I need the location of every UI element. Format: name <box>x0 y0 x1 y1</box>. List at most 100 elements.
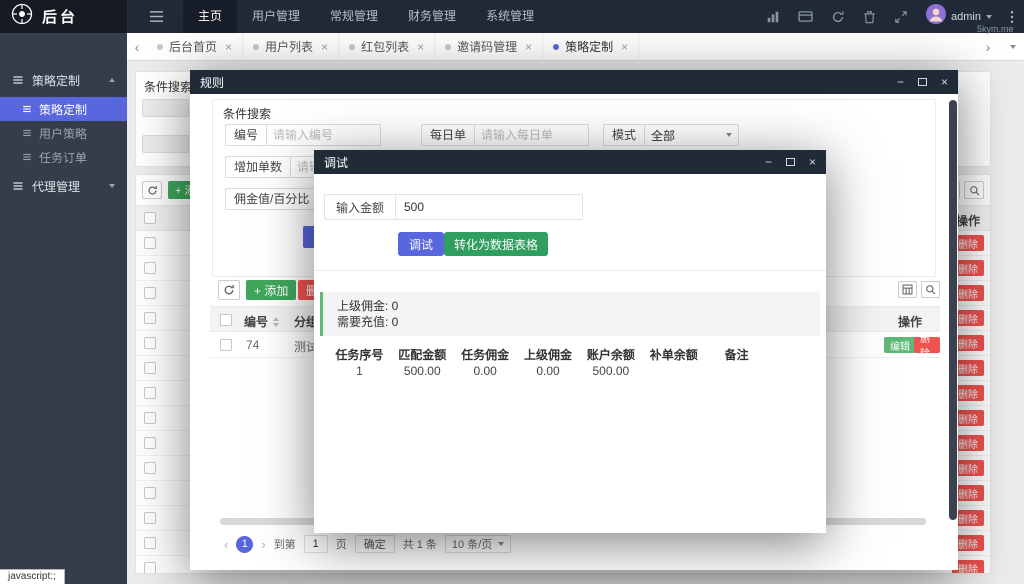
item-label: 用户策略 <box>39 125 87 142</box>
id-input[interactable] <box>266 124 381 146</box>
close-icon[interactable]: × <box>225 40 232 54</box>
tab-label: 红包列表 <box>361 38 409 55</box>
row-checkbox[interactable] <box>144 237 156 249</box>
row-checkbox[interactable] <box>144 512 156 524</box>
debug-window-titlebar[interactable]: 调试 − × <box>314 150 826 174</box>
delete-button[interactable]: 删除 <box>914 337 940 353</box>
close-icon[interactable]: × <box>941 76 948 88</box>
debug-cell: 500.00 <box>391 364 454 378</box>
convert-to-table-button[interactable]: 转化为数据表格 <box>444 232 548 256</box>
field-label: 模式 <box>603 124 644 146</box>
tab-dot <box>553 44 559 50</box>
chart-icon[interactable] <box>766 10 780 24</box>
field-label: 每日单 <box>421 124 474 146</box>
close-icon[interactable]: × <box>417 40 424 54</box>
debug-col-header: 任务序号 <box>328 346 391 363</box>
refresh-icon[interactable] <box>831 10 845 24</box>
debug-button[interactable]: 调试 <box>398 232 444 256</box>
row-checkbox[interactable] <box>144 337 156 349</box>
tabs-menu-icon[interactable] <box>1010 45 1016 49</box>
tabs-scroll-right[interactable]: › <box>978 39 998 55</box>
row-checkbox[interactable] <box>144 487 156 499</box>
logo: 后台 <box>0 0 127 33</box>
search-icon[interactable] <box>921 281 940 298</box>
tab-用户列表[interactable]: 用户列表× <box>243 33 339 61</box>
tabs-scroll-left[interactable]: ‹ <box>127 39 147 55</box>
nav-item-系统管理[interactable]: 系统管理 <box>471 0 549 33</box>
row-checkbox[interactable] <box>144 412 156 424</box>
close-icon[interactable]: × <box>525 40 532 54</box>
vertical-scrollbar[interactable] <box>949 100 957 520</box>
row-checkbox[interactable] <box>144 437 156 449</box>
close-icon[interactable]: × <box>809 156 816 168</box>
sidebar-section-代理管理[interactable]: 代理管理 <box>0 169 127 203</box>
kebab-icon[interactable] <box>1010 10 1014 24</box>
sidebar-item-用户策略[interactable]: 用户策略 <box>0 121 127 145</box>
select-all-checkbox[interactable] <box>220 314 232 326</box>
sidebar-item-任务订单[interactable]: 任务订单 <box>0 145 127 169</box>
id-column-header[interactable]: 编号 <box>244 313 279 330</box>
nav-item-财务管理[interactable]: 财务管理 <box>393 0 471 33</box>
maximize-icon[interactable] <box>918 78 927 86</box>
edit-button[interactable]: 编辑 <box>884 337 916 353</box>
refresh-button[interactable] <box>218 280 240 300</box>
confirm-button[interactable]: 确定 <box>355 535 395 553</box>
field-daily-orders: 每日单 <box>421 124 589 146</box>
watermark: 5kym.me <box>977 24 1014 34</box>
divider <box>314 270 826 271</box>
columns-icon[interactable] <box>898 281 917 298</box>
maximize-icon[interactable] <box>786 158 795 166</box>
tab-后台首页[interactable]: 后台首页× <box>147 33 243 61</box>
row-checkbox[interactable] <box>144 312 156 324</box>
minimize-icon[interactable]: − <box>897 76 904 88</box>
next-page-icon[interactable]: › <box>261 537 265 552</box>
sort-icon[interactable] <box>273 317 279 327</box>
debug-col-header: 备注 <box>705 346 768 363</box>
nav-item-用户管理[interactable]: 用户管理 <box>237 0 315 33</box>
hamburger-icon[interactable] <box>149 10 164 28</box>
debug-cell <box>642 364 705 378</box>
row-checkbox[interactable] <box>144 387 156 399</box>
minimize-icon[interactable]: − <box>765 156 772 168</box>
sidebar-item-策略定制[interactable]: 策略定制 <box>0 97 127 121</box>
fullscreen-icon[interactable] <box>894 10 908 24</box>
daily-orders-input[interactable] <box>474 124 589 146</box>
refresh-button[interactable] <box>142 181 162 199</box>
total-count: 共 1 条 <box>403 536 437 552</box>
row-checkbox[interactable] <box>144 362 156 374</box>
card-icon[interactable] <box>798 10 813 23</box>
sidebar-section-策略定制[interactable]: 策略定制 <box>0 63 127 97</box>
row-checkbox[interactable] <box>144 537 156 549</box>
close-icon[interactable]: × <box>621 40 628 54</box>
row-id: 74 <box>246 338 259 352</box>
select-all-checkbox[interactable] <box>144 212 156 224</box>
rule-window-titlebar[interactable]: 规则 − × <box>190 70 958 94</box>
avatar <box>926 4 946 29</box>
page-number[interactable]: 1 <box>236 536 253 553</box>
trash-icon[interactable] <box>863 10 876 24</box>
page-size-select[interactable]: 10 条/页 <box>445 535 511 553</box>
amount-input[interactable] <box>395 194 583 220</box>
tab-邀请码管理[interactable]: 邀请码管理× <box>435 33 543 61</box>
tab-红包列表[interactable]: 红包列表 × <box>339 33 435 61</box>
row-checkbox[interactable] <box>144 462 156 474</box>
list-icon <box>22 104 32 114</box>
row-checkbox[interactable] <box>220 339 232 351</box>
add-button[interactable]: + 添加 <box>246 280 296 300</box>
topbar: 后台 主页用户管理常规管理财务管理系统管理 admin <box>0 0 1024 33</box>
row-checkbox[interactable] <box>144 287 156 299</box>
mode-select[interactable]: 全部 <box>644 124 739 146</box>
search-icon[interactable] <box>964 181 984 199</box>
chevron-down-icon <box>986 15 992 19</box>
jump-page-input[interactable] <box>304 535 328 553</box>
close-icon[interactable]: × <box>321 40 328 54</box>
prev-page-icon[interactable]: ‹ <box>224 537 228 552</box>
debug-window-body: 输入金额 调试 转化为数据表格 上级佣金: 0 需要充值: 0 任务序号匹配金额… <box>314 174 826 533</box>
amount-label: 输入金额 <box>324 194 396 220</box>
tab-策略定制[interactable]: 策略定制× <box>543 33 639 61</box>
nav-item-主页[interactable]: 主页 <box>183 0 237 33</box>
nav-item-常规管理[interactable]: 常规管理 <box>315 0 393 33</box>
row-checkbox[interactable] <box>144 262 156 274</box>
row-checkbox[interactable] <box>144 562 156 574</box>
debug-window: 调试 − × 输入金额 调试 转化为数据表格 上级佣金: 0 需要充值: 0 任… <box>314 150 826 533</box>
